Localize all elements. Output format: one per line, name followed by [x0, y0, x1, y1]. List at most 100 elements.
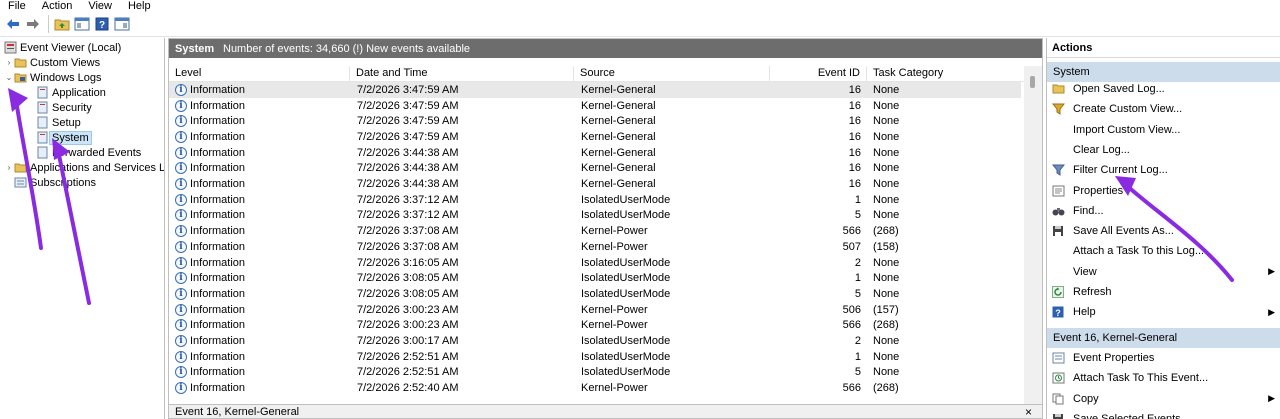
column-source[interactable]: Source — [574, 66, 770, 81]
tree-item-system[interactable]: System — [36, 130, 92, 145]
menu-help[interactable]: Help — [120, 0, 159, 12]
show-hide-tree-icon[interactable] — [73, 15, 91, 33]
cell-source: Kernel-Power — [581, 225, 648, 238]
table-row[interactable]: i Information 7/2/2026 3:47:59 AM Kernel-Ge… — [169, 129, 1021, 145]
table-row[interactable]: i Information 7/2/2026 3:47:59 AM Kernel-Ge… — [169, 82, 1021, 98]
actions-section-event[interactable]: Event 16, Kernel-General — [1047, 328, 1280, 348]
level-text: Information — [190, 115, 246, 128]
chevron-right-icon: ▶ — [1268, 306, 1275, 317]
table-row[interactable]: i Information 7/2/2026 3:44:38 AM Kernel-Ge… — [169, 176, 1021, 192]
table-row[interactable]: i Information 7/2/2026 3:44:38 AM Kernel-Ge… — [169, 161, 1021, 177]
log-header: System Number of events: 34,660 (!) New … — [169, 39, 1042, 58]
action-properties[interactable]: Properties — [1047, 181, 1280, 201]
tree-item-setup[interactable]: Setup — [36, 115, 81, 130]
action-label: Import Custom View... — [1073, 123, 1181, 136]
table-row[interactable]: i Information 7/2/2026 3:16:05 AM IsolatedU… — [169, 255, 1021, 271]
table-row[interactable]: i Information 7/2/2026 3:37:08 AM Kernel-Po… — [169, 239, 1021, 255]
action-label: Help — [1073, 306, 1096, 319]
filter-icon — [1051, 163, 1065, 177]
cell-level: i Information — [169, 335, 350, 348]
tree-root[interactable]: Event Viewer (Local) — [4, 40, 121, 55]
table-row[interactable]: i Information 7/2/2026 3:00:23 AM Kernel-Po… — [169, 318, 1021, 334]
action-save-all-events[interactable]: Save All Events As... — [1047, 221, 1280, 241]
properties-icon[interactable] — [113, 15, 131, 33]
table-row[interactable]: i Information 7/2/2026 3:37:12 AM IsolatedU… — [169, 192, 1021, 208]
table-row[interactable]: i Information 7/2/2026 3:37:12 AM IsolatedU… — [169, 208, 1021, 224]
action-label: Find... — [1073, 204, 1104, 217]
tree-item-application[interactable]: Application — [36, 85, 106, 100]
cell-level: i Information — [169, 162, 350, 175]
level-text: Information — [190, 303, 246, 316]
column-event-id[interactable]: Event ID — [770, 66, 867, 81]
cell-date: 7/2/2026 3:37:08 AM — [357, 240, 459, 253]
cell-event-id: 566 — [842, 382, 861, 395]
action-open-saved-log[interactable]: Open Saved Log... — [1047, 79, 1280, 99]
menu-view[interactable]: View — [80, 0, 120, 12]
svg-text:?: ? — [1055, 308, 1061, 318]
cell-date: 7/2/2026 3:44:38 AM — [357, 178, 459, 191]
cell-date: 7/2/2026 3:47:59 AM — [357, 130, 459, 143]
action-find[interactable]: Find... — [1047, 201, 1280, 221]
tree-item-forwarded-events[interactable]: Forwarded Events — [36, 145, 141, 160]
table-row[interactable]: i Information 7/2/2026 3:47:59 AM Kernel-Ge… — [169, 98, 1021, 114]
column-level[interactable]: Level — [169, 66, 350, 81]
table-row[interactable]: i Information 7/2/2026 3:37:08 AM Kernel-Po… — [169, 223, 1021, 239]
action-import-custom-view[interactable]: Import Custom View... — [1047, 120, 1280, 140]
table-row[interactable]: i Information 7/2/2026 2:52:40 AM Kernel-Po… — [169, 380, 1021, 396]
scrollbar-thumb[interactable] — [1030, 76, 1035, 88]
help-icon[interactable]: ? — [93, 15, 111, 33]
information-icon: i — [175, 240, 187, 253]
vertical-scrollbar[interactable] — [1024, 66, 1042, 405]
menu-action[interactable]: Action — [34, 0, 81, 12]
information-icon: i — [175, 146, 187, 159]
table-row[interactable]: i Information 7/2/2026 3:08:05 AM IsolatedU… — [169, 286, 1021, 302]
action-event-properties[interactable]: Event Properties — [1047, 348, 1280, 368]
action-help[interactable]: ? Help ▶ — [1047, 302, 1280, 322]
action-attach-task-log[interactable]: Attach a Task To this Log... — [1047, 241, 1280, 261]
cell-event-id: 5 — [854, 287, 861, 300]
information-icon: i — [175, 178, 187, 191]
folder-up-icon[interactable] — [53, 15, 71, 33]
column-task-category[interactable]: Task Category — [867, 66, 1017, 81]
cell-task-category: None — [873, 209, 900, 222]
toolbar: ? — [0, 12, 1280, 37]
table-row[interactable]: i Information 7/2/2026 2:52:51 AM IsolatedU… — [169, 349, 1021, 365]
action-view[interactable]: View ▶ — [1047, 262, 1280, 282]
tree-item-apps-services[interactable]: › Applications and Services Log — [4, 160, 164, 175]
chevron-down-icon[interactable]: ⌄ — [4, 70, 14, 85]
chevron-right-icon[interactable]: › — [4, 55, 14, 70]
tree-item-windows-logs[interactable]: ⌄ Windows Logs — [4, 70, 102, 85]
cell-event-id: 5 — [854, 366, 861, 379]
menu-file[interactable]: File — [0, 0, 34, 12]
cell-source: Kernel-Power — [581, 303, 648, 316]
table-row[interactable]: i Information 7/2/2026 2:52:51 AM IsolatedU… — [169, 365, 1021, 381]
table-row[interactable]: i Information 7/2/2026 3:00:17 AM IsolatedU… — [169, 333, 1021, 349]
information-icon: i — [175, 335, 187, 348]
tree-item-custom-views[interactable]: › Custom Views — [4, 55, 100, 70]
column-date-time[interactable]: Date and Time — [350, 66, 574, 81]
filter-create-icon — [1051, 102, 1065, 116]
action-refresh[interactable]: Refresh — [1047, 282, 1280, 302]
cell-event-id: 16 — [848, 178, 861, 191]
subscriptions-icon — [14, 177, 27, 188]
chevron-right-icon[interactable]: › — [4, 160, 14, 175]
action-create-custom-view[interactable]: Create Custom View... — [1047, 99, 1280, 119]
cell-task-category: None — [873, 130, 900, 143]
tree-item-subscriptions[interactable]: Subscriptions — [14, 175, 96, 190]
table-row[interactable]: i Information 7/2/2026 3:44:38 AM Kernel-Ge… — [169, 145, 1021, 161]
close-icon[interactable]: × — [1025, 405, 1032, 419]
action-save-selected-events[interactable]: Save Selected Events... — [1047, 409, 1280, 419]
toolbar-separator — [48, 15, 49, 33]
tree-item-security[interactable]: Security — [36, 100, 92, 115]
properties-icon — [1051, 184, 1065, 198]
back-arrow-icon[interactable] — [4, 15, 22, 33]
action-clear-log[interactable]: Clear Log... — [1047, 140, 1280, 160]
log-icon — [37, 131, 48, 144]
table-row[interactable]: i Information 7/2/2026 3:47:59 AM Kernel-Ge… — [169, 113, 1021, 129]
action-attach-task-event[interactable]: Attach Task To This Event... — [1047, 368, 1280, 388]
table-row[interactable]: i Information 7/2/2026 3:08:05 AM IsolatedU… — [169, 270, 1021, 286]
action-copy[interactable]: Copy ▶ — [1047, 389, 1280, 409]
table-row[interactable]: i Information 7/2/2026 3:00:23 AM Kernel-Po… — [169, 302, 1021, 318]
forward-arrow-icon[interactable] — [24, 15, 42, 33]
action-filter-current-log[interactable]: Filter Current Log... — [1047, 160, 1280, 180]
